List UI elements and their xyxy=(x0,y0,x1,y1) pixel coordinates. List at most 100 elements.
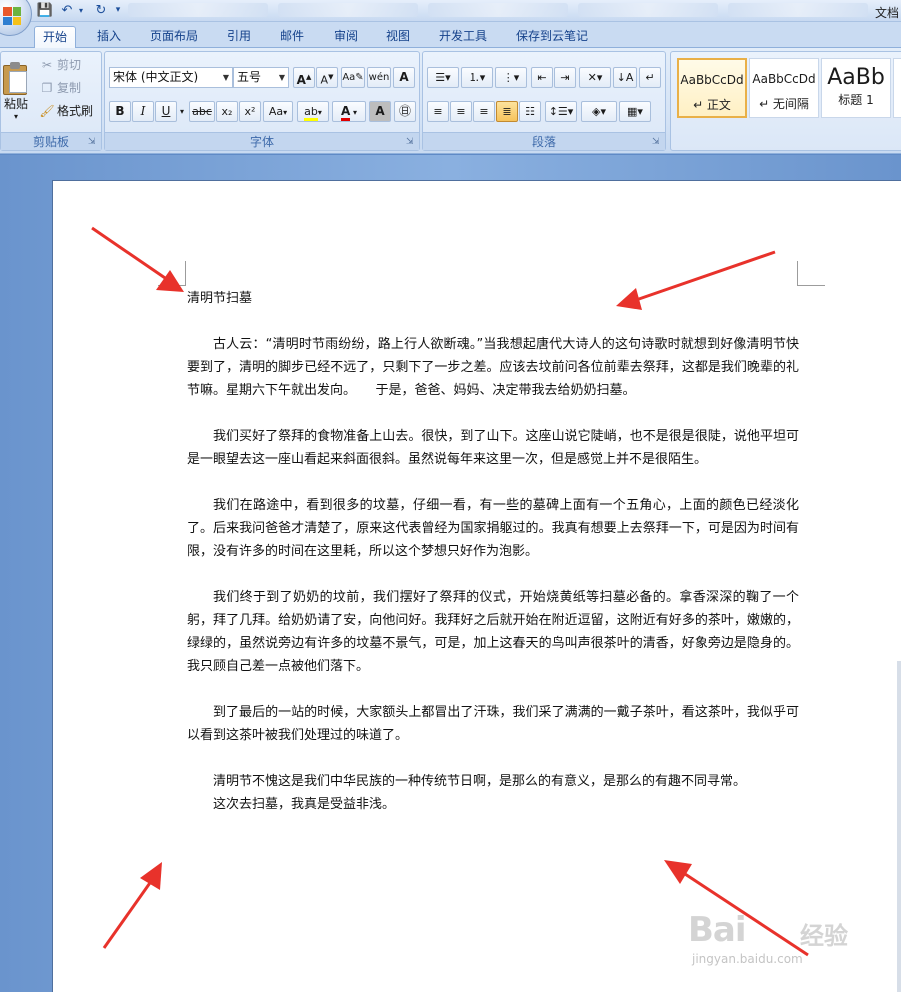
change-case-button[interactable]: Aa▾ xyxy=(263,101,293,122)
change-case-icon: Aa xyxy=(268,105,284,118)
italic-button[interactable]: I xyxy=(132,101,154,122)
decrease-indent-button[interactable]: ⇤ xyxy=(531,67,553,88)
copy-button[interactable]: ❐ 复制 xyxy=(39,78,81,98)
align-left-icon: ≡ xyxy=(433,105,443,118)
underline-dropdown-icon[interactable]: ▾ xyxy=(177,101,187,122)
sort-button[interactable]: ↓A xyxy=(613,67,637,88)
highlight-button[interactable]: ab▾ xyxy=(297,101,329,122)
customize-quick-access-icon[interactable]: ▾ xyxy=(112,2,124,19)
office-logo-icon xyxy=(3,7,21,25)
bold-button[interactable]: B xyxy=(109,101,131,122)
font-color-button[interactable]: A ▾ xyxy=(332,101,366,122)
subscript-button[interactable]: x₂ xyxy=(216,101,238,122)
watermark-logo-cn: 经验 xyxy=(800,922,848,950)
align-center-icon: ≡ xyxy=(456,105,466,118)
style-next[interactable] xyxy=(893,58,901,118)
font-size-combo[interactable]: 五号 ▼ xyxy=(233,67,289,88)
justify-button[interactable]: ≣ xyxy=(496,101,518,122)
document-paragraph: 清明节不愧这是我们中华民族的一种传统节日啊，是那么的有意义，是那么的有趣不同寻常… xyxy=(213,774,747,789)
style-sample: AaBbCcDd xyxy=(680,73,744,87)
align-center-button[interactable]: ≡ xyxy=(450,101,472,122)
align-right-icon: ≡ xyxy=(479,105,489,118)
increase-indent-button[interactable]: ⇥ xyxy=(554,67,576,88)
tab-home[interactable]: 开始 xyxy=(34,26,77,48)
document-page[interactable]: 清明节扫墓 古人云：“清明时节雨纷纷，路上行人欲断魂。”当我想起唐代大诗人的这句… xyxy=(52,180,901,992)
document-paragraph: 我们在路途中，看到很多的坟墓，仔细一看，有一些的墓碑上面有一个五角心，上面的颜色… xyxy=(187,498,799,559)
scrollbar-edge[interactable] xyxy=(897,661,901,992)
undo-icon[interactable]: ↶ xyxy=(58,2,76,19)
enclose-char-button[interactable]: ㊐ xyxy=(394,101,416,122)
document-canvas: 清明节扫墓 古人云：“清明时节雨纷纷，路上行人欲断魂。”当我想起唐代大诗人的这句… xyxy=(0,155,901,992)
shading-button[interactable]: ◈▾ xyxy=(581,101,617,122)
clear-formatting-button[interactable]: Aa✎ xyxy=(341,67,365,88)
paragraph-group-label: 段落 xyxy=(423,132,665,150)
font-size-value: 五号 xyxy=(237,70,262,84)
paragraph-launcher-icon[interactable]: ⇲ xyxy=(652,137,662,147)
clipboard-launcher-icon[interactable]: ⇲ xyxy=(88,137,98,147)
multilevel-list-icon: ⋮▾ xyxy=(502,71,520,84)
tab-mailings[interactable]: 邮件 xyxy=(272,26,312,48)
shrink-font-icon: A xyxy=(320,73,329,87)
style-no-spacing[interactable]: AaBbCcDd ↵ 无间隔 xyxy=(749,58,819,118)
bullets-button[interactable]: ☰▾ xyxy=(427,67,459,88)
font-launcher-icon[interactable]: ⇲ xyxy=(406,137,416,147)
underline-button[interactable]: U xyxy=(155,101,177,122)
tab-view[interactable]: 视图 xyxy=(378,26,418,48)
format-painter-button[interactable]: 🖌 格式刷 xyxy=(39,101,93,121)
format-painter-label: 格式刷 xyxy=(57,104,94,118)
tab-developer[interactable]: 开发工具 xyxy=(431,26,495,48)
cut-button[interactable]: ✂ 剪切 xyxy=(39,55,81,75)
grow-font-button[interactable]: A▲ xyxy=(293,67,315,88)
style-name: ↵ 正文 xyxy=(693,98,731,112)
strikethrough-button[interactable]: abc xyxy=(189,101,215,122)
multilevel-list-button[interactable]: ⋮▾ xyxy=(495,67,527,88)
save-icon[interactable]: 💾 xyxy=(36,2,54,19)
cut-label: 剪切 xyxy=(57,58,82,72)
align-right-button[interactable]: ≡ xyxy=(473,101,495,122)
tab-references[interactable]: 引用 xyxy=(219,26,259,48)
distributed-align-icon: ☷ xyxy=(525,105,535,118)
ribbon: 粘贴 ▾ ✂ 剪切 ❐ 复制 🖌 格式刷 剪贴板 ⇲ 宋体 (中文正文) ▼ 五号 ▼… xyxy=(0,48,901,154)
blurred-taskbar-region xyxy=(128,3,868,19)
baidu-watermark: Bai 经验 jingyan.baidu.com xyxy=(688,910,888,980)
shrink-font-button[interactable]: A▼ xyxy=(316,67,338,88)
numbering-button[interactable]: ⒈▾ xyxy=(461,67,493,88)
style-normal[interactable]: AaBbCcDd ↵ 正文 xyxy=(677,58,747,118)
align-left-button[interactable]: ≡ xyxy=(427,101,449,122)
line-spacing-icon: ↕☰▾ xyxy=(548,105,574,118)
document-paragraph: 我们买好了祭拜的食物准备上山去。很快，到了山下。这座山说它陡峭，也不是很是很陡，… xyxy=(187,429,799,467)
distributed-button[interactable]: ☷ xyxy=(519,101,541,122)
margin-corner-top-right xyxy=(797,261,825,286)
tab-insert[interactable]: 插入 xyxy=(89,26,129,48)
show-marks-button[interactable]: ↵ xyxy=(639,67,661,88)
style-heading-1[interactable]: AaBb 标题 1 xyxy=(821,58,891,118)
redo-icon[interactable]: ↻ xyxy=(92,2,110,19)
tab-page-layout[interactable]: 页面布局 xyxy=(142,26,206,48)
undo-dropdown-icon[interactable]: ▾ xyxy=(76,2,86,19)
line-spacing-button[interactable]: ↕☰▾ xyxy=(545,101,577,122)
chinese-layout-button[interactable]: ✕▾ xyxy=(579,67,611,88)
document-body[interactable]: 清明节扫墓 古人云：“清明时节雨纷纷，路上行人欲断魂。”当我想起唐代大诗人的这句… xyxy=(187,287,799,816)
margin-corner-top-left xyxy=(158,261,186,286)
paste-dropdown-icon: ▾ xyxy=(13,112,18,121)
paste-button[interactable]: 粘贴 ▾ xyxy=(0,54,33,128)
font-color-icon: A xyxy=(340,104,351,121)
phonetic-guide-button[interactable]: wén xyxy=(367,67,391,88)
bullet-list-icon: ☰▾ xyxy=(435,71,451,84)
superscript-button[interactable]: x² xyxy=(239,101,261,122)
tab-save-to-cloud-notes[interactable]: 保存到云笔记 xyxy=(508,26,596,48)
sort-icon: ↓A xyxy=(616,71,634,84)
borders-button[interactable]: ▦▾ xyxy=(619,101,651,122)
char-shading-button[interactable]: A xyxy=(369,101,391,122)
border-icon: ▦▾ xyxy=(627,105,643,118)
font-name-combo[interactable]: 宋体 (中文正文) ▼ xyxy=(109,67,233,88)
paste-label: 粘贴 xyxy=(3,97,28,111)
enclosed-char-icon: ㊐ xyxy=(398,104,411,118)
ribbon-tab-bar: 开始 插入 页面布局 引用 邮件 审阅 视图 开发工具 保存到云笔记 xyxy=(0,22,901,48)
tab-review[interactable]: 审阅 xyxy=(326,26,366,48)
document-paragraph: 我们终于到了奶奶的坟前，我们摆好了祭拜的仪式，开始烧黄纸等扫墓必备的。拿香深深的… xyxy=(187,590,799,674)
window-title: 文档 xyxy=(874,6,899,20)
style-name: ↵ 无间隔 xyxy=(759,97,809,111)
document-paragraph: 这次去扫墓，我真是受益非浅。 xyxy=(213,797,396,812)
char-border-button[interactable]: A xyxy=(393,67,415,88)
